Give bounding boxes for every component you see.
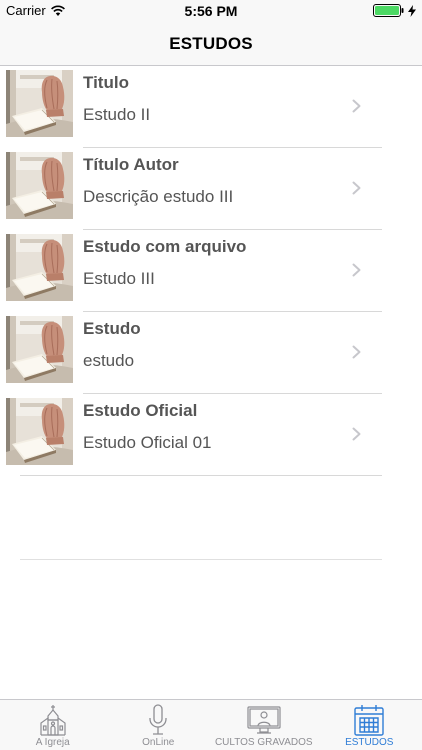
praying-hands-bible-image [6, 398, 73, 465]
tab-label: OnLine [142, 737, 175, 748]
study-thumbnail [6, 70, 73, 137]
study-row-2[interactable]: Título Autor Descrição estudo III [0, 148, 422, 230]
study-title: Estudo com arquivo [83, 237, 247, 256]
study-title: Titulo [83, 73, 129, 92]
study-description: Estudo Oficial 01 [83, 433, 212, 452]
study-title: Título Autor [83, 155, 179, 174]
status-time: 5:56 PM [184, 3, 238, 19]
navigation-bar: ESTUDOS [0, 22, 422, 66]
study-thumbnail [6, 152, 73, 219]
video-screen-icon [247, 706, 281, 734]
study-title: Estudo Oficial [83, 401, 198, 420]
study-row-3[interactable]: Estudo com arquivo Estudo III [0, 230, 422, 312]
praying-hands-bible-image [6, 152, 73, 219]
study-row-1[interactable]: Titulo Estudo II [0, 66, 422, 148]
tab-bar: A Igreja OnLine CULTOS GRAVADOS ESTUDOS [0, 699, 422, 750]
charging-bolt-icon [408, 4, 416, 17]
status-bar: Carrier 5:56 PM [0, 0, 422, 22]
praying-hands-bible-image [6, 234, 73, 301]
empty-row-separator [20, 559, 382, 560]
church-icon [40, 705, 66, 736]
praying-hands-bible-image [6, 316, 73, 383]
microphone-icon [149, 704, 167, 735]
tab-label: A Igreja [35, 737, 70, 748]
tab-a-igreja[interactable]: A Igreja [0, 700, 106, 750]
row-separator [20, 475, 382, 476]
chevron-right-icon [352, 263, 361, 277]
study-description: estudo [83, 351, 135, 370]
tab-label: CULTOS GRAVADOS [214, 737, 313, 748]
tab-cultos-gravados[interactable]: CULTOS GRAVADOS [211, 700, 317, 750]
tab-label: ESTUDOS [345, 737, 394, 748]
chevron-right-icon [352, 427, 361, 441]
study-thumbnail [6, 398, 73, 465]
battery-icon [373, 4, 404, 17]
page-title: ESTUDOS [169, 34, 253, 53]
study-row-4[interactable]: Estudo estudo [0, 312, 422, 394]
study-description: Descrição estudo III [83, 187, 234, 206]
status-right [373, 4, 416, 17]
study-thumbnail [6, 316, 73, 383]
study-row-5[interactable]: Estudo Oficial Estudo Oficial 01 [0, 394, 422, 476]
chevron-right-icon [352, 345, 361, 359]
study-description: Estudo II [83, 105, 151, 124]
chevron-right-icon [352, 99, 361, 113]
tab-estudos[interactable]: ESTUDOS [317, 700, 422, 750]
study-list: Titulo Estudo II Título Autor Descrição … [0, 66, 422, 476]
study-thumbnail [6, 234, 73, 301]
calendar-icon [354, 705, 384, 736]
chevron-right-icon [352, 181, 361, 195]
praying-hands-bible-image [6, 70, 73, 137]
tab-online[interactable]: OnLine [106, 700, 212, 750]
study-description: Estudo III [83, 269, 155, 288]
study-title: Estudo [83, 319, 141, 338]
